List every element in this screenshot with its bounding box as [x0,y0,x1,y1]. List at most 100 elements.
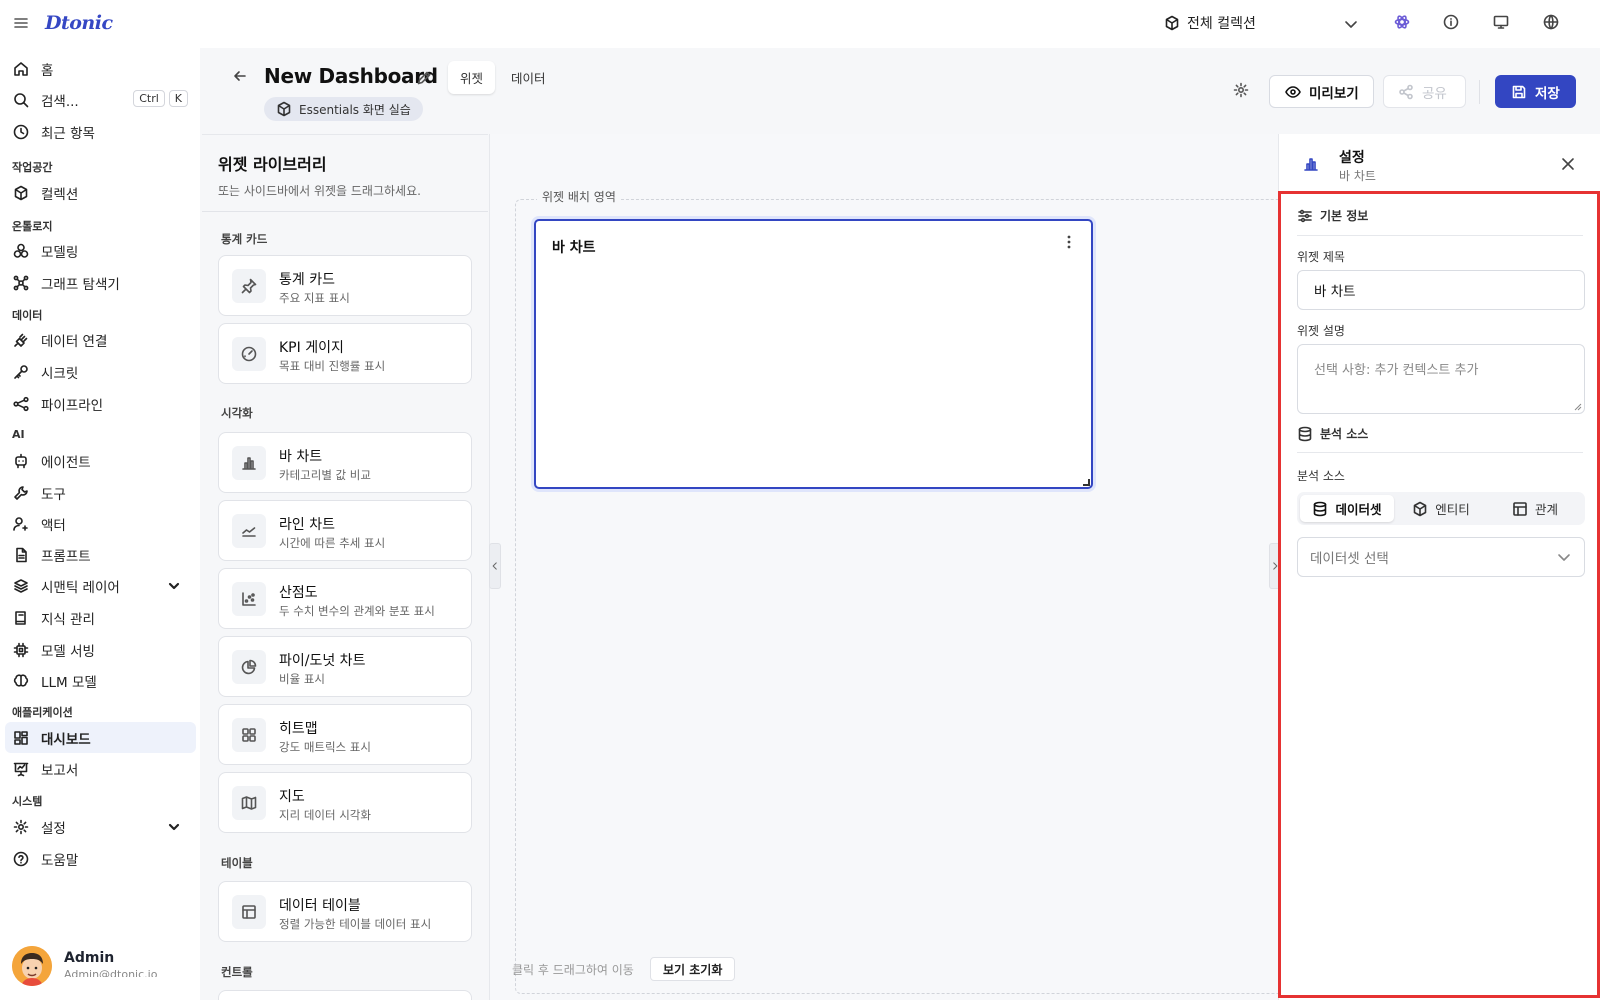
close-icon[interactable] [1560,156,1576,172]
layers-icon [14,578,28,593]
globe-icon[interactable] [1543,14,1559,30]
chevron-down-icon[interactable] [166,819,182,835]
bar-chart-widget[interactable]: 바 차트 [534,219,1093,489]
dashboard-settings-gear-icon[interactable] [1233,82,1249,98]
chevron-down-icon [1558,554,1570,561]
collapse-library-chevron-left-icon[interactable] [489,543,501,589]
widget-card-heatmap[interactable]: 히트맵 강도 매트릭스 표시 [218,704,472,765]
sidebar-item-reports[interactable]: 보고서 [5,753,196,784]
top-bar: Dtonic 전체 컬렉션 [0,0,1600,48]
line-chart-icon [232,514,266,548]
tab-data[interactable]: 데이터 [499,61,558,94]
widget-card-stat[interactable]: 통계 카드 주요 지표 표시 [218,255,472,316]
table-icon [1513,501,1527,516]
more-vertical-icon[interactable] [1061,234,1077,250]
widget-card-map[interactable]: 지도 지리 데이터 시각화 [218,772,472,833]
sidebar-item-modeling[interactable]: 모델링 [5,235,196,266]
gear-icon [13,819,29,834]
source-option-relation[interactable]: 관계 [1488,495,1582,522]
sidebar-item-recent[interactable]: 최근 항목 [5,116,196,147]
header-divider [1479,80,1480,104]
widget-card-pie-chart[interactable]: 파이/도넛 차트 비율 표시 [218,636,472,697]
sidebar: 홈 검색... Ctrl K 최근 항목 작업공간 컬렉션 온톨로지 모델링 그… [0,48,200,1000]
section-divider [1297,235,1583,236]
section-divider [1297,452,1583,453]
chip-icon [13,642,29,657]
chevron-down-icon[interactable] [1343,16,1359,32]
scatter-icon [232,582,266,616]
source-option-dataset[interactable]: 데이터셋 [1300,495,1394,522]
widget-title-label: 위젯 제목 [1297,250,1345,264]
sidebar-item-knowledge[interactable]: 지식 관리 [5,602,196,633]
preview-button[interactable]: 미리보기 [1269,75,1374,108]
source-option-entity[interactable]: 엔티티 [1394,495,1488,522]
chevron-down-icon[interactable] [166,578,182,594]
widget-title: 바 차트 [552,240,596,256]
save-button[interactable]: 저장 [1495,75,1576,108]
avatar [12,946,52,986]
collection-badge[interactable]: Essentials 화면 실습 [264,97,423,121]
sidebar-item-dashboard[interactable]: 대시보드 [5,722,196,753]
user-profile[interactable]: Admin Admin@dtonic.io [12,946,157,986]
sidebar-item-collection[interactable]: 컬렉션 [5,177,196,208]
tab-widgets[interactable]: 위젯 [448,61,496,94]
widget-card-line-chart[interactable]: 라인 차트 시간에 따른 추세 표시 [218,500,472,561]
database-icon [1298,426,1312,441]
widget-card-control[interactable] [218,990,472,1000]
sidebar-item-llm-models[interactable]: LLM 모델 [5,665,196,696]
back-arrow-icon[interactable] [232,68,248,84]
user-gear-icon [13,516,28,531]
sidebar-item-tools[interactable]: 도구 [5,477,196,508]
widget-library: 위젯 라이브러리 또는 사이드바에서 위젯을 드래그하세요. 통계 카드 통계 … [202,134,488,1000]
library-divider [202,211,488,212]
sidebar-item-agent[interactable]: 에이전트 [5,445,196,476]
monitor-icon[interactable] [1493,14,1509,30]
sidebar-item-model-serving[interactable]: 모델 서빙 [5,634,196,665]
dashboard-canvas[interactable]: 위젯 배치 영역 바 차트 클릭 후 드래그하여 이동 보기 초기화 [489,134,1285,1000]
widget-card-data-table[interactable]: 데이터 테이블 정렬 가능한 테이블 데이터 표시 [218,881,472,942]
presentation-icon [13,762,29,776]
reset-view-button[interactable]: 보기 초기화 [650,957,736,981]
sidebar-item-home[interactable]: 홈 [5,53,196,84]
sidebar-item-actor[interactable]: 액터 [5,508,196,539]
table-icon [232,895,266,929]
map-icon [232,786,266,820]
atom-icon[interactable] [1394,14,1410,30]
widget-description-textarea[interactable]: 선택 사항: 추가 컨텍스트 추가 [1297,344,1585,414]
key-icon [14,364,28,379]
collection-selector[interactable]: 전체 컬렉션 [1164,13,1256,33]
plug-icon [14,333,28,347]
cube-icon [14,185,28,200]
pencil-icon[interactable] [416,70,432,86]
section-system: 시스템 [12,795,43,808]
sidebar-item-help[interactable]: 도움말 [5,843,196,874]
widget-card-bar-chart[interactable]: 바 차트 카테고리별 값 비교 [218,432,472,493]
cube-icon [1165,15,1179,31]
share-button[interactable]: 공유 [1383,75,1466,108]
sidebar-item-secrets[interactable]: 시크릿 [5,356,196,387]
sidebar-item-data-connection[interactable]: 데이터 연결 [5,324,196,355]
robot-icon [15,453,27,468]
dataset-select[interactable]: 데이터셋 선택 [1297,537,1585,577]
sidebar-item-search[interactable]: 검색... Ctrl K [5,84,196,115]
section-data: 데이터 [12,309,43,322]
header-tabs: 위젯 데이터 [448,61,558,94]
library-section-visualization: 시각화 [221,406,253,420]
sidebar-item-graph-explorer[interactable]: 그래프 탐색기 [5,267,196,298]
sidebar-item-prompt[interactable]: 프롬프트 [5,539,196,570]
info-icon[interactable] [1443,14,1459,30]
widget-title-input[interactable]: 바 차트 [1297,270,1585,310]
app-logo[interactable]: Dtonic [45,12,113,34]
hamburger-menu-icon[interactable] [13,15,29,31]
widget-description-label: 위젯 설명 [1297,324,1345,338]
widget-card-kpi-gauge[interactable]: KPI 게이지 목표 대비 진행률 표시 [218,323,472,384]
resize-handle[interactable] [1083,479,1090,486]
textarea-resize-grip[interactable] [1574,403,1582,411]
settings-panel: 설정 바 차트 기본 정보 위젯 제목 바 차트 위젯 설명 선택 사항: 추가… [1278,134,1600,1000]
drop-area-label: 위젯 배치 영역 [537,188,621,205]
sidebar-item-settings[interactable]: 설정 [5,811,196,842]
sidebar-item-semantic-layer[interactable]: 시맨틱 레이어 [5,570,196,601]
widget-card-scatter[interactable]: 산점도 두 수치 변수의 관계와 분포 표시 [218,568,472,629]
sidebar-item-pipeline[interactable]: 파이프라인 [5,388,196,419]
share-icon [1399,84,1413,99]
